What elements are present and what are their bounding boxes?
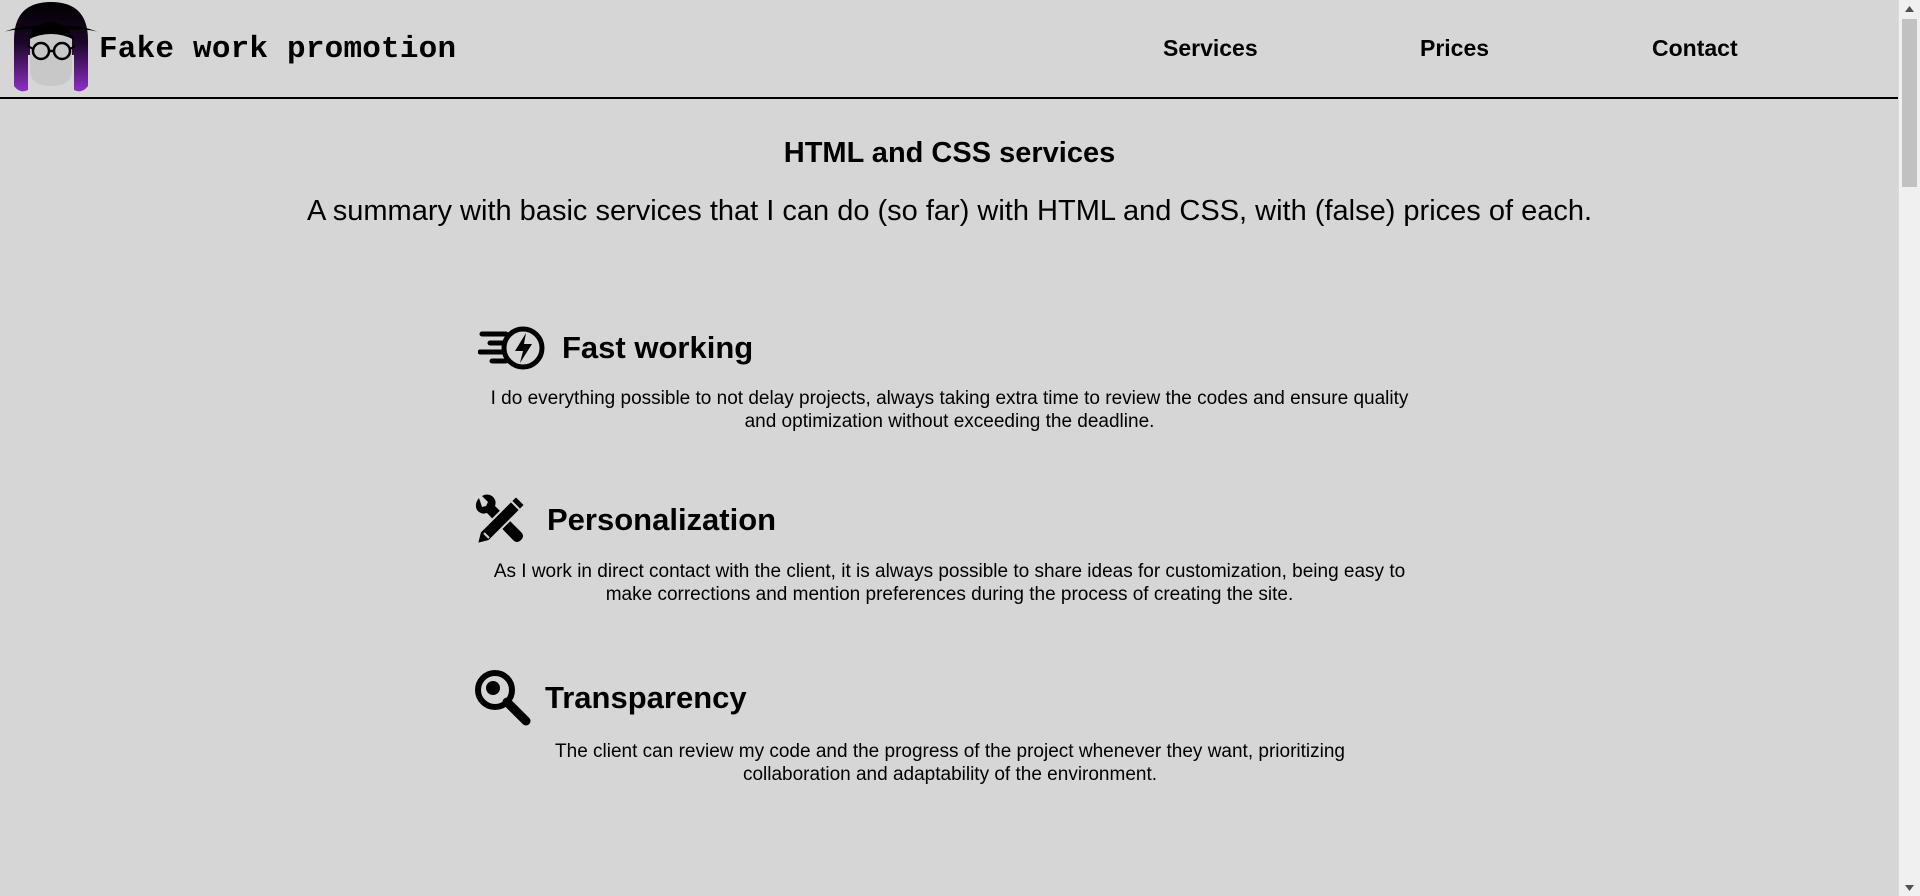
magnifier-icon — [475, 670, 531, 726]
feature-title: Transparency — [545, 680, 747, 715]
feature-description: The client can review my code and the pr… — [555, 741, 1345, 785]
scroll-down-arrow-icon[interactable] — [1899, 879, 1920, 896]
nav-link-prices[interactable]: Prices — [1420, 35, 1489, 62]
scrollbar-thumb[interactable] — [1902, 19, 1917, 187]
feature-title: Personalization — [547, 502, 777, 537]
avatar-logo-icon[interactable] — [2, 0, 100, 96]
feature-personalization: Personalization — [473, 494, 776, 546]
nav-link-contact[interactable]: Contact — [1652, 35, 1738, 62]
feature-fast-working: Fast working — [478, 325, 753, 371]
site-header: Fake work promotion Services Prices Cont… — [0, 0, 1899, 99]
page-title: HTML and CSS services — [783, 137, 1116, 169]
vertical-scrollbar[interactable] — [1898, 0, 1920, 896]
pencil-wrench-icon — [475, 494, 527, 546]
feature-description: As I work in direct contact with the cli… — [493, 561, 1406, 605]
fast-bolt-icon — [478, 326, 545, 370]
feature-transparency: Transparency — [473, 668, 747, 728]
feature-description: I do everything possible to not delay pr… — [490, 388, 1409, 432]
nav-link-services[interactable]: Services — [1163, 35, 1258, 62]
page: Fake work promotion Services Prices Cont… — [0, 0, 1920, 896]
brand-title: Fake work promotion — [99, 32, 457, 67]
page-summary: A summary with basic services that I can… — [306, 195, 1593, 227]
scroll-up-arrow-icon[interactable] — [1899, 0, 1920, 17]
feature-title: Fast working — [562, 330, 754, 365]
